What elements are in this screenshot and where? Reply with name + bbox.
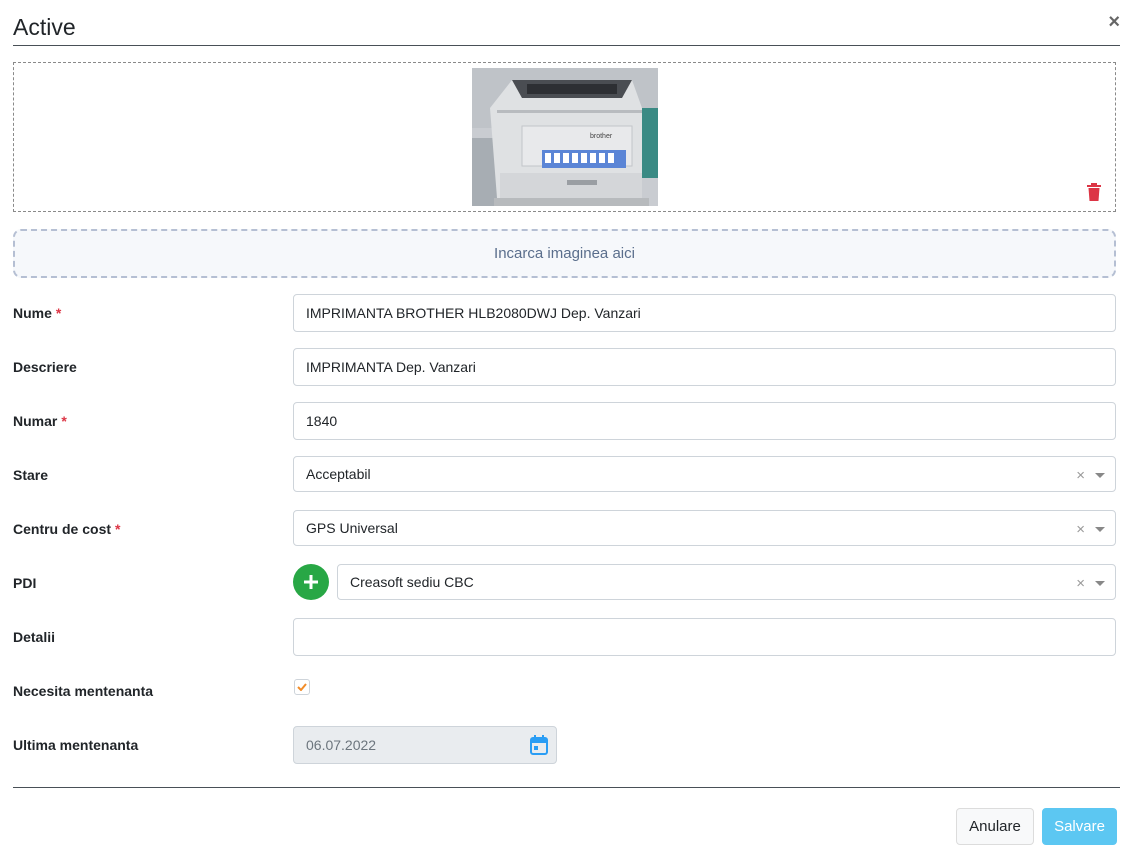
descriere-label: Descriere xyxy=(13,359,77,375)
required-marker: * xyxy=(115,521,121,537)
plus-icon xyxy=(304,575,318,589)
chevron-down-icon[interactable] xyxy=(1095,581,1105,586)
nume-label: Nume * xyxy=(13,305,62,321)
save-button[interactable]: Salvare xyxy=(1042,808,1117,845)
numar-input[interactable]: 1840 xyxy=(293,402,1116,440)
title-divider xyxy=(13,45,1120,46)
clear-icon[interactable]: × xyxy=(1076,511,1085,547)
required-marker: * xyxy=(55,305,62,321)
numar-label: Numar * xyxy=(13,413,67,429)
row-numar: Numar * 1840 xyxy=(13,402,1116,440)
cancel-button[interactable]: Anulare xyxy=(956,808,1034,845)
detalii-input[interactable] xyxy=(293,618,1116,656)
image-upload-dropzone[interactable]: Incarca imaginea aici xyxy=(13,229,1116,278)
descriere-input[interactable]: IMPRIMANTA Dep. Vanzari xyxy=(293,348,1116,386)
add-pdi-button[interactable] xyxy=(293,564,329,600)
close-button[interactable]: × xyxy=(1108,12,1120,32)
row-nume: Nume * IMPRIMANTA BROTHER HLB2080DWJ Dep… xyxy=(13,294,1116,332)
necesita-mentenanta-label: Necesita mentenanta xyxy=(13,683,154,699)
pdi-label: PDI xyxy=(13,575,37,591)
clear-icon[interactable]: × xyxy=(1076,457,1085,493)
row-necesita-mentenanta: Necesita mentenanta xyxy=(13,672,1116,710)
row-pdi: PDI Creasoft sediu CBC × xyxy=(13,564,1116,602)
clear-icon[interactable]: × xyxy=(1076,565,1085,601)
chevron-down-icon[interactable] xyxy=(1095,473,1105,478)
centru-cost-label: Centru de cost * xyxy=(13,521,121,537)
row-detalii: Detalii xyxy=(13,618,1116,656)
calendar-icon[interactable] xyxy=(530,735,548,755)
brand-text: brother xyxy=(590,133,613,140)
required-marker: * xyxy=(61,413,67,429)
detalii-label: Detalii xyxy=(13,629,56,645)
chevron-down-icon[interactable] xyxy=(1095,527,1105,532)
modal-title: Active xyxy=(13,14,76,40)
nume-input[interactable]: IMPRIMANTA BROTHER HLB2080DWJ Dep. Vanza… xyxy=(293,294,1116,332)
trash-icon[interactable] xyxy=(1086,183,1102,201)
asset-photo: brother xyxy=(472,68,658,206)
centru-cost-select[interactable]: GPS Universal × xyxy=(293,510,1116,546)
row-descriere: Descriere IMPRIMANTA Dep. Vanzari xyxy=(13,348,1116,386)
footer-divider xyxy=(13,787,1120,788)
row-ultima-mentenanta: Ultima mentenanta 06.07.2022 xyxy=(13,726,1116,764)
stare-label: Stare xyxy=(13,467,49,483)
stare-select[interactable]: Acceptabil × xyxy=(293,456,1116,492)
ultima-mentenanta-label: Ultima mentenanta xyxy=(13,737,139,753)
image-preview-area: brother xyxy=(13,62,1116,212)
ultima-mentenanta-date-input[interactable]: 06.07.2022 xyxy=(293,726,557,764)
checkmark-icon xyxy=(297,683,307,691)
row-centru-cost: Centru de cost * GPS Universal × xyxy=(13,510,1116,548)
row-stare: Stare Acceptabil × xyxy=(13,456,1116,494)
necesita-mentenanta-checkbox[interactable] xyxy=(294,679,310,695)
pdi-select[interactable]: Creasoft sediu CBC × xyxy=(337,564,1116,600)
